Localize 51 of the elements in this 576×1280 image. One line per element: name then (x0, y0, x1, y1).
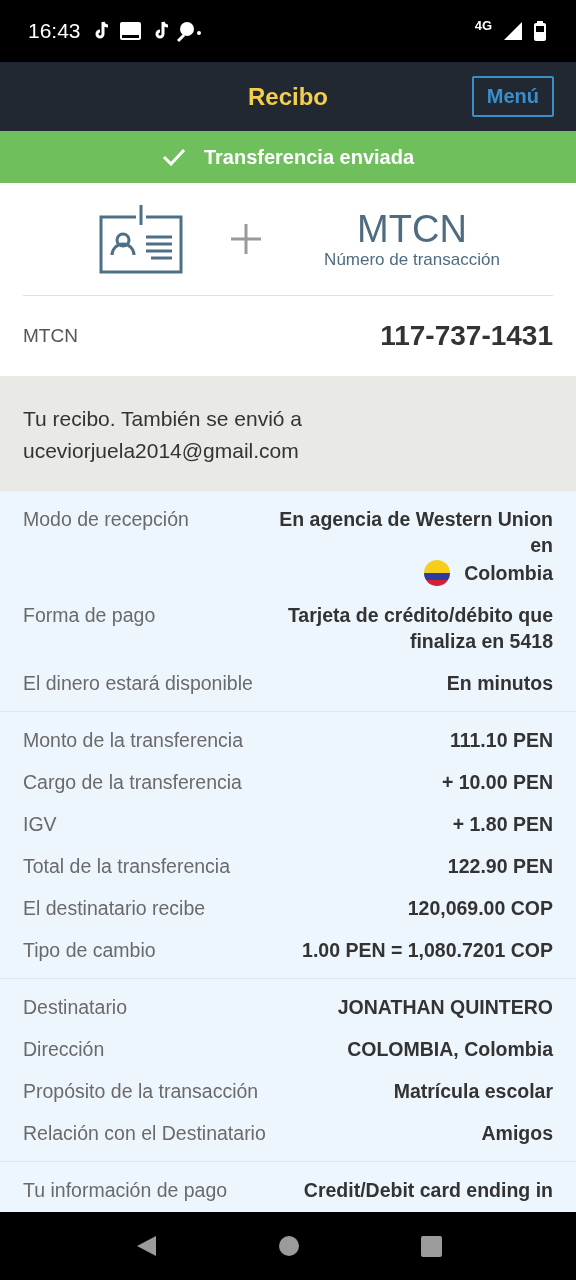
detail-value: + 10.00 PEN (441, 770, 553, 795)
detail-label: El dinero estará disponible (23, 671, 253, 696)
mtcn-number: 117-737-1431 (380, 320, 553, 352)
detail-label: IGV (23, 812, 57, 837)
receipt-notice: Tu recibo. También se envió a uceviorjuela2014@gmail.com (23, 406, 303, 464)
network-type: 4G (474, 18, 492, 33)
checkmark-icon (161, 148, 186, 166)
signal-icon (504, 22, 522, 40)
detail-value: 111.10 PEN (450, 728, 553, 753)
detail-value: En minutos (446, 671, 553, 696)
mtcn-heading: MTCN (357, 208, 467, 250)
detail-value: JONATHAN QUINTERO (337, 995, 553, 1020)
detail-value: 120,069.00 COP (407, 896, 553, 921)
clock: 16:43 (28, 19, 81, 43)
detail-label: Relación con el Destinatario (23, 1121, 266, 1146)
detail-label: Dirección (23, 1037, 105, 1062)
detail-label: Cargo de la transferencia (23, 770, 242, 795)
detail-value: Tarjeta de crédito/débito que finaliza en 5418 (286, 603, 553, 654)
recents-icon[interactable] (420, 1235, 442, 1257)
detail-value: Amigos (481, 1121, 553, 1146)
detail-label: Forma de pago (23, 603, 156, 628)
detail-label: Tipo de cambio (23, 938, 156, 963)
plus-icon (231, 224, 261, 254)
detail-value: 1.00 PEN = 1,080.7201 COP (302, 938, 553, 963)
detail-value: COLOMBIA, Colombia (347, 1037, 553, 1062)
flag-icon (424, 560, 451, 586)
detail-value: En agencia de Western Union en (278, 507, 553, 558)
page-title: Recibo (248, 82, 328, 111)
detail-value: + 1.80 PEN (452, 812, 553, 837)
dot-icon (196, 31, 201, 35)
detail-label: Propósito de la transacción (23, 1079, 259, 1104)
id-card-icon (99, 203, 183, 275)
detail-label: Destinatario (23, 995, 128, 1020)
music-note-icon (155, 20, 170, 39)
detail-label: Modo de recepción (23, 507, 189, 532)
home-icon[interactable] (278, 1236, 299, 1256)
success-message: Transferencia enviada (203, 145, 415, 169)
detail-value: Credit/Debit card ending in (303, 1178, 553, 1203)
battery-icon (534, 21, 546, 41)
card-icon (119, 22, 141, 40)
mtcn-caption: Número de transacción (324, 250, 500, 270)
mtcn-label: MTCN (23, 325, 78, 347)
music-note-icon (95, 20, 110, 39)
detail-value: Matrícula escolar (393, 1079, 553, 1104)
detail-label: Total de la transferencia (23, 854, 231, 879)
detail-label: Monto de la transferencia (23, 728, 244, 753)
country-name: Colombia (464, 561, 553, 586)
menu-button[interactable]: Menú (471, 76, 554, 117)
detail-label: El destinatario recibe (23, 896, 206, 921)
detail-value: 122.90 PEN (447, 854, 553, 879)
detail-label: Tu información de pago (23, 1178, 228, 1203)
